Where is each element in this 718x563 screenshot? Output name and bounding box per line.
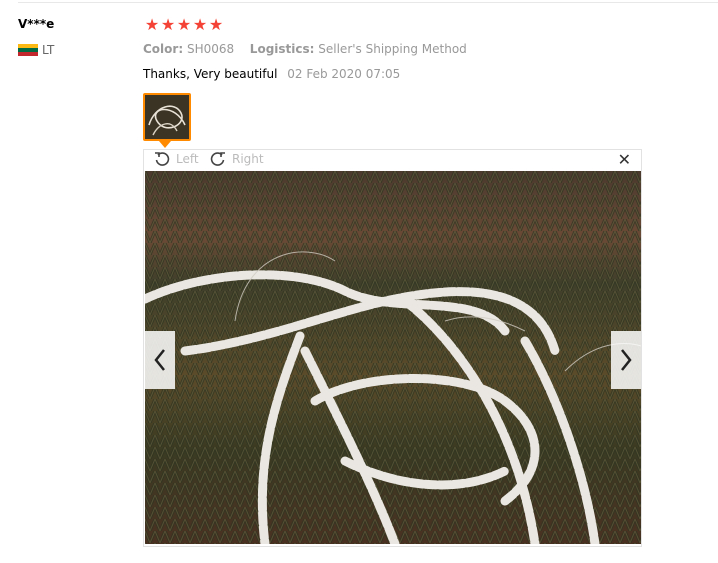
country-code: LT bbox=[42, 43, 55, 57]
order-info: Color: SH0068 Logistics: Seller's Shippi… bbox=[143, 42, 467, 56]
close-icon[interactable]: ✕ bbox=[618, 150, 631, 170]
rotate-right-label: Right bbox=[232, 152, 264, 166]
chevron-left-icon bbox=[154, 349, 165, 371]
photo-viewer: Left Right ✕ bbox=[143, 149, 642, 547]
review-text: Thanks, Very beautiful bbox=[143, 67, 278, 81]
rotate-right-icon bbox=[210, 152, 225, 166]
lithuania-flag-icon bbox=[18, 43, 38, 57]
chevron-right-icon bbox=[621, 349, 632, 371]
rotate-left-button[interactable]: Left bbox=[154, 151, 199, 167]
top-divider bbox=[18, 2, 718, 3]
star-icon: ★ bbox=[192, 15, 208, 34]
logistics-label: Logistics: bbox=[249, 42, 315, 56]
review-photo-thumbnail[interactable] bbox=[143, 93, 191, 141]
reviewer-name: V***e bbox=[18, 17, 55, 31]
star-icon: ★ bbox=[176, 15, 192, 34]
rotate-left-icon bbox=[155, 152, 170, 166]
star-icon: ★ bbox=[208, 15, 224, 34]
color-label: Color: bbox=[143, 42, 184, 56]
review-date: 02 Feb 2020 07:05 bbox=[287, 67, 401, 81]
thumbnail-selected-pointer bbox=[159, 141, 171, 148]
rotate-left-label: Left bbox=[176, 152, 199, 166]
review-content: Thanks, Very beautiful 02 Feb 2020 07:05 bbox=[143, 67, 400, 81]
star-icon: ★ bbox=[160, 15, 176, 34]
review-photo bbox=[145, 171, 641, 544]
reviewer-country: LT bbox=[18, 43, 54, 57]
star-icon: ★ bbox=[144, 15, 160, 34]
next-photo-button[interactable] bbox=[611, 331, 641, 389]
previous-photo-button[interactable] bbox=[145, 331, 175, 389]
rotate-right-button[interactable]: Right bbox=[210, 151, 264, 167]
color-value: SH0068 bbox=[186, 42, 235, 56]
star-rating: ★ ★ ★ ★ ★ bbox=[144, 15, 224, 35]
logistics-value: Seller's Shipping Method bbox=[318, 42, 467, 56]
viewer-toolbar: Left Right ✕ bbox=[144, 150, 641, 170]
